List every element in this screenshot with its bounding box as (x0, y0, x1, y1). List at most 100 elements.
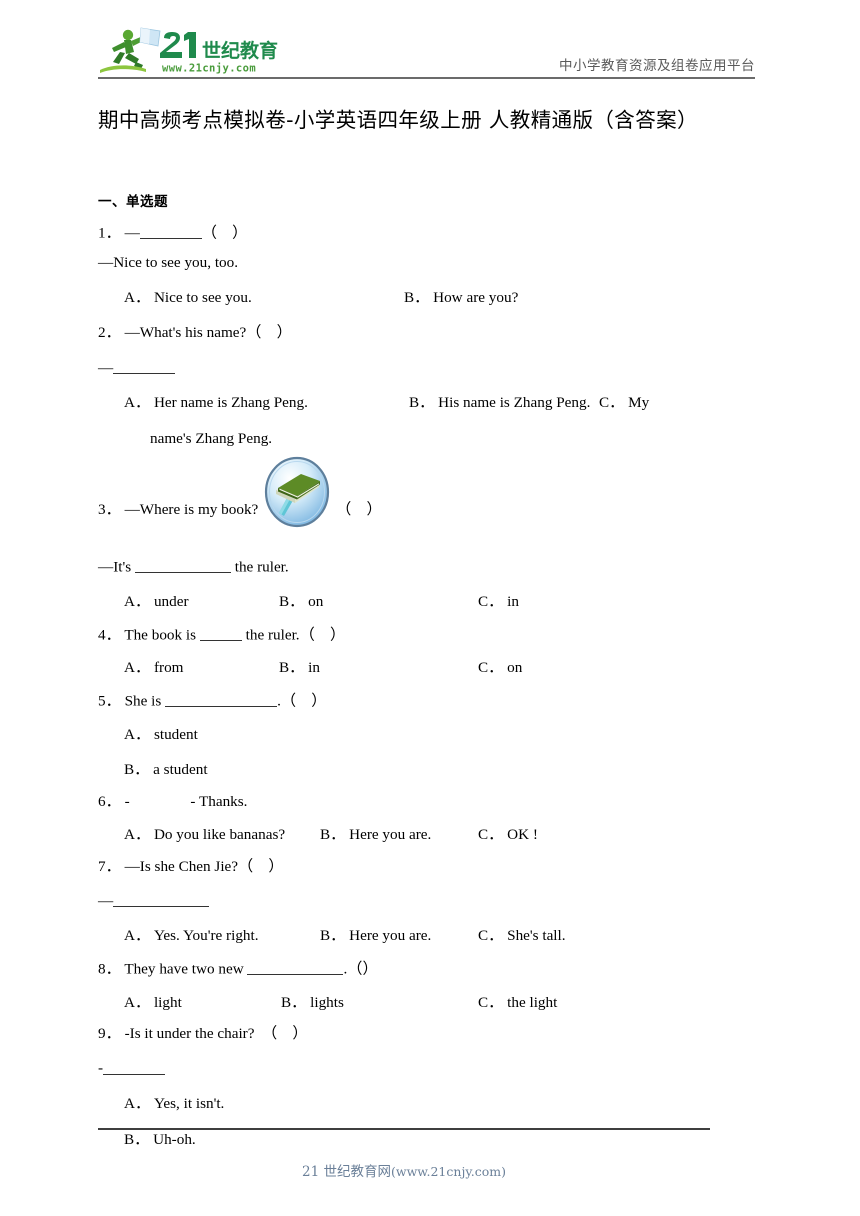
option-label: A． (124, 394, 151, 412)
question-9-options: A． Yes, it isn't. B． Uh-oh. (98, 1092, 758, 1151)
question-6: 6． - - Thanks. A． Do you like bananas? B．… (98, 794, 758, 847)
option-text: under (153, 593, 189, 611)
question-2-dash: — (98, 359, 114, 377)
footer-credit: 21 世纪教育网(www.21cnjy.com) (98, 1160, 710, 1180)
question-1-option-a[interactable]: A． Nice to see you. (124, 286, 404, 310)
question-9-number: 9． (98, 1025, 121, 1043)
question-5-option-b[interactable]: B． a student (124, 758, 758, 782)
question-9-option-b[interactable]: B． Uh-oh. (124, 1128, 758, 1152)
option-text: from (153, 659, 184, 677)
option-text: My (628, 394, 650, 412)
question-2-line2: — (98, 359, 758, 376)
question-8-option-b[interactable]: B． lights (281, 991, 478, 1015)
question-9-option-a[interactable]: A． Yes, it isn't. (124, 1092, 758, 1116)
option-label: A． (124, 593, 151, 611)
question-5-blank (165, 692, 278, 708)
question-3-number: 3． (98, 501, 121, 519)
option-label: A． (124, 1094, 151, 1112)
question-2: 2． —What's his name?（ ） — A． Her name is… (98, 325, 758, 450)
question-8: 8． They have two new .（） A． light B． ligh… (98, 960, 758, 1014)
option-label: B． (124, 761, 150, 779)
question-3-bracket: （ ） (336, 501, 382, 519)
question-1-option-b[interactable]: B． How are you? (404, 286, 518, 310)
option-label: C． (478, 825, 504, 843)
question-4-text-pre: The book is (124, 626, 197, 644)
question-2-option-b[interactable]: B． His name is Zhang Peng. (409, 391, 599, 415)
question-2-options: A． Her name is Zhang Peng. B． His name is… (98, 391, 758, 450)
question-1-bracket: （ ） (201, 224, 248, 242)
question-4-text-post: the ruler.（ ） (245, 626, 346, 644)
question-5-option-a[interactable]: A． student (124, 723, 758, 747)
question-2-stem: 2． —What's his name?（ ） (98, 325, 758, 340)
question-8-text-pre: They have two new (124, 960, 244, 978)
option-text: Nice to see you. (153, 288, 252, 306)
question-2-text: —What's his name?（ ） (124, 324, 292, 342)
question-8-option-a[interactable]: A． light (124, 991, 281, 1015)
option-text: in (507, 593, 519, 611)
option-label: C． (599, 394, 625, 412)
question-5-options: A． student B． a student (98, 723, 758, 782)
page-header: 世纪教育 www.21cnjy.com 中小学教育资源及组卷应用平台 (98, 26, 755, 78)
question-7-stem: 7． —Is she Chen Jie?（ ） (98, 858, 758, 874)
option-text: in (308, 659, 320, 677)
question-4-options: A． from B． in C． on (98, 656, 758, 680)
question-6-option-a[interactable]: A． Do you like bananas? (124, 823, 320, 847)
question-2-option-c[interactable]: C． My (599, 391, 649, 415)
question-3-answer-pre: —It's (98, 558, 132, 576)
option-text: a student (153, 761, 208, 779)
question-8-number: 8． (98, 960, 121, 978)
option-text: Yes. You're right. (153, 927, 259, 945)
option-label: B． (320, 825, 346, 843)
question-4-option-c[interactable]: C． on (478, 656, 522, 680)
option-label: B． (124, 1130, 150, 1148)
question-1-stem: 1． — （ ） (98, 224, 758, 241)
question-9-stem: 9． -Is it under the chair? （ ） (98, 1026, 758, 1041)
question-6-option-b[interactable]: B． Here you are. (320, 823, 478, 847)
question-3-option-a[interactable]: A． under (124, 590, 279, 614)
question-7: 7． —Is she Chen Jie?（ ） — A． Yes. You're… (98, 858, 758, 948)
option-text: OK ! (507, 825, 538, 843)
question-7-option-a[interactable]: A． Yes. You're right. (124, 924, 320, 948)
question-4: 4． The book is the ruler.（ ） A． from B． i… (98, 626, 758, 680)
option-label: A． (124, 288, 151, 306)
question-4-option-b[interactable]: B． in (279, 656, 478, 680)
question-6-number: 6． (98, 792, 121, 810)
option-label: A． (124, 927, 151, 945)
option-text: Do you like bananas? (153, 825, 286, 843)
question-1-options: A． Nice to see you. B． How are you? (98, 286, 758, 310)
option-text: lights (310, 993, 344, 1011)
question-8-options: A． light B． lights C． the light (98, 991, 758, 1015)
question-6-text: - - Thanks. (124, 792, 248, 810)
question-1-blank (139, 224, 202, 240)
question-1-line2: —Nice to see you, too. (98, 253, 239, 271)
question-4-option-a[interactable]: A． from (124, 656, 279, 680)
option-label: A． (124, 659, 151, 677)
option-text: Her name is Zhang Peng. (153, 394, 308, 412)
question-9: 9． -Is it under the chair? （ ） - A． Yes,… (98, 1026, 758, 1151)
option-text: on (308, 593, 324, 611)
question-9-line2: - (98, 1059, 758, 1076)
question-6-option-c[interactable]: C． OK ! (478, 823, 538, 847)
question-5-text-pre: She is (124, 692, 162, 710)
book-on-ruler-icon (264, 456, 330, 528)
question-3-option-b[interactable]: B． on (279, 590, 478, 614)
question-3-option-c[interactable]: C． in (478, 590, 519, 614)
question-3-text: —Where is my book? (124, 501, 259, 519)
question-3-line2: —It's the ruler. (98, 558, 758, 575)
question-7-option-b[interactable]: B． Here you are. (320, 924, 478, 948)
question-7-option-c[interactable]: C． She's tall. (478, 924, 566, 948)
footer-divider (98, 1128, 710, 1130)
question-8-text-post: .（） (343, 960, 378, 978)
question-3-stem: 3． —Where is my book? （ ） (98, 502, 758, 517)
section-heading-single-choice: 一、单选题 (98, 194, 168, 210)
question-7-line2: — (98, 892, 758, 909)
question-8-option-c[interactable]: C． the light (478, 991, 557, 1015)
question-4-number: 4． (98, 626, 121, 644)
option-label: B． (279, 659, 305, 677)
question-2-option-a[interactable]: A． Her name is Zhang Peng. (124, 391, 409, 415)
question-2-blank (113, 359, 176, 375)
question-2-number: 2． (98, 324, 121, 342)
option-label: C． (478, 593, 504, 611)
question-5: 5． She is .（ ） A． student B． a student (98, 692, 758, 782)
option-label: A． (124, 993, 151, 1011)
